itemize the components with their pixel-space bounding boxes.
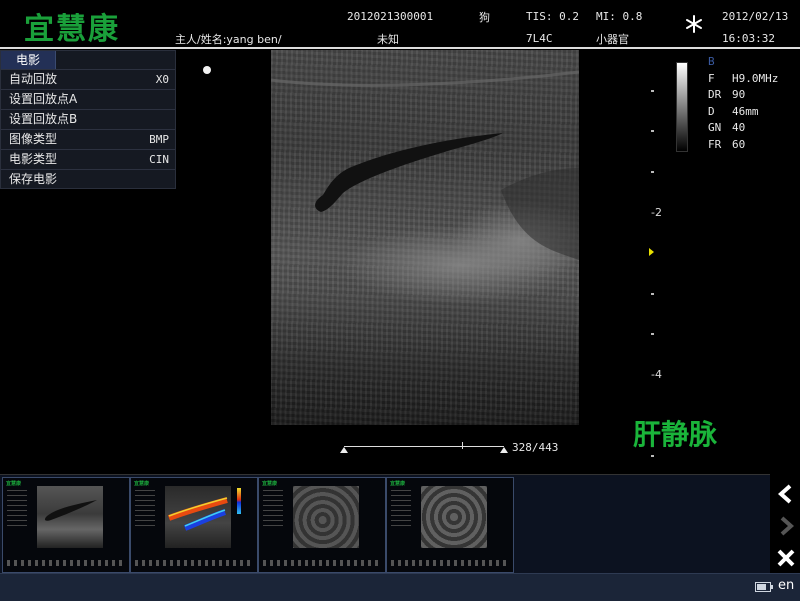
param-value: 60 — [732, 137, 746, 151]
menu-item-value: CIN — [149, 153, 169, 166]
cine-cursor[interactable] — [462, 442, 464, 449]
param-key: FR — [708, 137, 722, 151]
menu-item-label: 电影类型 — [9, 152, 58, 166]
tis-value: TIS: 0.2 — [526, 10, 579, 23]
depth-label: -4 — [651, 368, 662, 381]
thumbnail-tools — [770, 474, 800, 573]
exam-time: 16:03:32 — [722, 32, 775, 45]
status-bar — [0, 573, 800, 601]
image-annotation: 肝静脉 — [633, 418, 718, 451]
menu-item-image-type[interactable]: 图像类型 BMP — [1, 129, 175, 149]
menu-item-label: 保存电影 — [9, 172, 58, 186]
menu-item-value: BMP — [149, 133, 169, 146]
thumbnail-2[interactable]: 宜慧康 — [130, 477, 258, 573]
depth-label: -2 — [651, 206, 662, 219]
thumbnail-logo: 宜慧康 — [390, 481, 406, 487]
thumbnail-logo: 宜慧康 — [6, 481, 22, 487]
preset-label: 小器官 — [596, 33, 629, 46]
grayscale-bar — [676, 62, 688, 152]
owner-name: 主人/姓名:yang ben/ — [175, 33, 282, 46]
thumbnail-logo: 宜慧康 — [262, 481, 278, 487]
param-value: 40 — [732, 121, 746, 134]
battery-icon — [755, 582, 773, 592]
cine-menu: 电影 自动回放 X0 设置回放点A 设置回放点B 图像类型 BMP 电影类型 C… — [0, 50, 176, 189]
cine-scrub-bar[interactable] — [340, 442, 508, 456]
close-icon[interactable] — [774, 546, 798, 570]
param-key: GN — [708, 121, 722, 134]
menu-item-auto-playback[interactable]: 自动回放 X0 — [1, 69, 175, 89]
menu-item-save-cine[interactable]: 保存电影 — [1, 169, 175, 189]
ultrasound-image[interactable] — [271, 50, 579, 425]
cine-frame-counter: 328/443 — [512, 441, 559, 454]
probe-label: 7L4C — [526, 32, 553, 45]
param-key: DR — [708, 88, 722, 101]
thumbnail-4[interactable]: 宜慧康 — [386, 477, 514, 573]
menu-item-set-point-a[interactable]: 设置回放点A — [1, 89, 175, 109]
brand-logo: 宜慧康 — [24, 12, 120, 47]
menu-item-label: 设置回放点B — [9, 112, 78, 126]
param-value: 90 — [732, 88, 746, 101]
exam-date: 2012/02/13 — [722, 10, 789, 23]
thumbnail-3[interactable]: 宜慧康 — [258, 477, 386, 573]
param-key: F — [708, 71, 715, 85]
snowflake-icon[interactable] — [684, 14, 704, 34]
gender-unknown-label: 未知 — [377, 33, 399, 46]
menu-item-cine-type[interactable]: 电影类型 CIN — [1, 149, 175, 169]
imaging-mode: B — [708, 55, 715, 68]
patient-id: 2012021300001 — [347, 10, 434, 23]
imaging-parameters: B F H9.0MHz DR 90 D 46mm GN 40 FR 60 — [708, 54, 778, 153]
menu-item-set-point-b[interactable]: 设置回放点B — [1, 109, 175, 129]
menu-item-label: 图像类型 — [9, 132, 58, 146]
cine-end-marker-icon[interactable] — [500, 447, 508, 453]
cine-start-marker-icon[interactable] — [340, 447, 348, 453]
orientation-marker — [203, 66, 211, 74]
param-value: 46mm — [732, 104, 759, 118]
language-indicator[interactable]: en — [778, 578, 794, 593]
chevron-left-icon[interactable] — [774, 482, 798, 506]
header-divider — [0, 47, 800, 49]
thumbnail-1[interactable]: 宜慧康 — [2, 477, 130, 573]
mi-value: MI: 0.8 — [596, 10, 643, 23]
menu-item-value: X0 — [155, 73, 169, 86]
param-value: H9.0MHz — [732, 71, 779, 85]
chevron-right-icon[interactable] — [774, 514, 798, 538]
param-key: D — [708, 104, 715, 118]
species-label: 狗 — [479, 11, 490, 24]
thumbnail-logo: 宜慧康 — [134, 481, 150, 487]
focus-marker-icon[interactable] — [649, 248, 654, 256]
cine-menu-title[interactable]: 电影 — [1, 51, 56, 69]
depth-scale: -2 -4 — [651, 50, 663, 470]
menu-item-label: 自动回放 — [9, 72, 58, 86]
menu-item-label: 设置回放点A — [9, 92, 78, 106]
thumbnail-strip: 宜慧康 宜慧康 宜慧康 宜慧康 — [0, 474, 770, 574]
